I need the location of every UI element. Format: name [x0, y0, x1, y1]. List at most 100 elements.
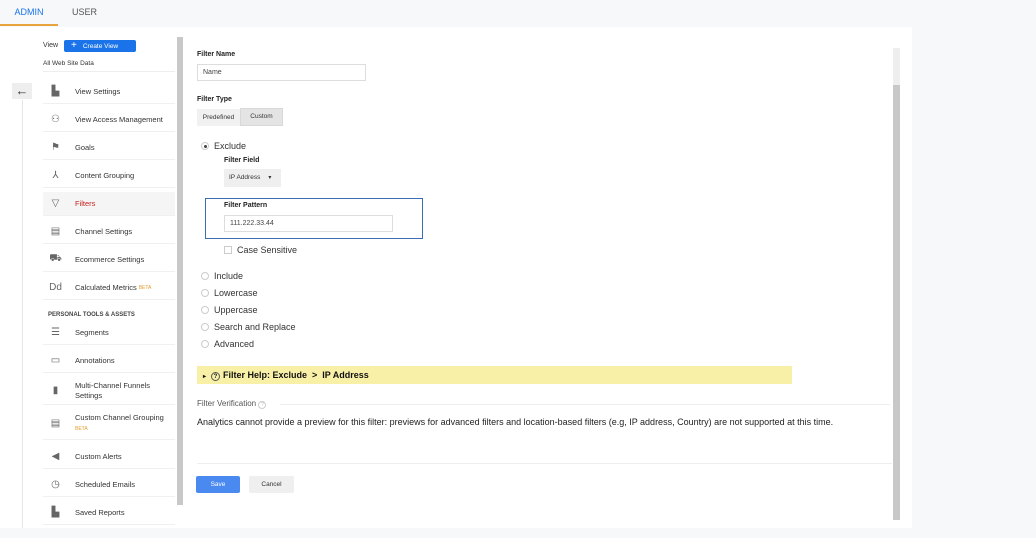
radio-lowercase[interactable]: Lowercase: [201, 288, 258, 298]
sidebar-item-view-access-management[interactable]: ⚇ View Access Management: [43, 108, 175, 132]
view-name: All Web Site Data: [43, 60, 94, 67]
radio-include[interactable]: Include: [201, 271, 243, 281]
filter-pattern-input[interactable]: 111.222.33.44: [224, 215, 393, 232]
option-label: Include: [214, 271, 244, 281]
tab-admin[interactable]: ADMIN: [0, 0, 58, 26]
filter-icon: ▽: [51, 198, 60, 209]
tab-custom[interactable]: Custom: [240, 108, 283, 126]
megaphone-icon: ◀: [51, 451, 60, 462]
cart-icon: ⛟: [49, 253, 62, 264]
sidebar-item-label: Scheduled Emails: [75, 480, 136, 489]
divider: [43, 71, 175, 72]
help-label: Filter Help: Exclude > IP Address: [223, 370, 369, 380]
option-label: Exclude: [214, 141, 247, 151]
radio-button[interactable]: [201, 272, 209, 280]
clock-icon: ◷: [51, 479, 60, 490]
sidebar-item-ecommerce-settings[interactable]: ⛟ Ecommerce Settings: [43, 248, 175, 272]
option-label: Uppercase: [214, 305, 258, 315]
verification-text: Analytics cannot provide a preview for t…: [197, 417, 834, 427]
comment-icon: ▭: [50, 355, 61, 366]
sidebar-item-label: Ecommerce Settings: [75, 255, 145, 264]
checkbox[interactable]: [224, 246, 232, 254]
sidebar-item-label: Saved Reports: [75, 508, 125, 517]
divider: [22, 100, 23, 528]
beta-badge: BETA: [138, 284, 152, 291]
flag-icon: ⚑: [51, 142, 60, 153]
tab-predefined[interactable]: Predefined: [197, 109, 240, 126]
sidebar-item-calculated-metrics[interactable]: Dd Calculated Metrics BETA: [43, 276, 175, 300]
create-view-label: Create View: [82, 43, 119, 50]
divider: [197, 463, 892, 464]
sidebar-item-filters[interactable]: ▽ Filters: [43, 192, 175, 216]
sidebar-item-label: Content Grouping: [75, 171, 135, 180]
channel-icon: ▤: [50, 418, 61, 429]
caret-right-icon: ▸: [203, 374, 207, 380]
verification-label: Filter Verification ?: [197, 399, 267, 409]
sidebar-tool-segments[interactable]: ☰ Segments: [43, 321, 175, 345]
document-icon: ▙: [51, 507, 60, 518]
create-view-button[interactable]: + Create View: [64, 40, 136, 52]
radio-uppercase[interactable]: Uppercase: [201, 305, 258, 315]
option-label: Lowercase: [214, 288, 258, 298]
help-icon[interactable]: ?: [258, 401, 267, 409]
sidebar-item-label: Calculated Metrics: [75, 283, 137, 292]
radio-search-and-replace[interactable]: Search and Replace: [201, 322, 296, 332]
radio-button[interactable]: [201, 306, 209, 314]
filter-field-dropdown[interactable]: IP Address ▾: [224, 169, 281, 187]
radio-advanced[interactable]: Advanced: [201, 339, 254, 349]
radio-button[interactable]: [201, 323, 209, 331]
dropdown-value: IP Address: [229, 174, 261, 181]
beta-badge: BETA: [75, 426, 88, 432]
sidebar-tool-annotations[interactable]: ▭ Annotations: [43, 349, 175, 373]
filter-field-label: Filter Field: [224, 157, 260, 164]
section-heading: PERSONAL TOOLS & ASSETS: [48, 312, 135, 318]
dd-icon: Dd: [49, 282, 62, 293]
sidebar-scrollbar[interactable]: [177, 37, 183, 505]
divider: [280, 404, 890, 405]
view-label: View: [43, 42, 59, 49]
sidebar-item-label: Custom Channel Grouping: [75, 413, 164, 422]
sidebar-tool-scheduled-emails[interactable]: ◷ Scheduled Emails: [43, 473, 175, 497]
chevron-down-icon: ▾: [268, 175, 272, 181]
filter-pattern-label: Filter Pattern: [224, 202, 268, 209]
sidebar-item-label: Channel Settings: [75, 227, 133, 236]
sidebar-item-label: Multi-Channel Funnels: [75, 380, 151, 390]
save-button[interactable]: Save: [196, 476, 240, 493]
bar-chart-icon: ▮: [52, 385, 59, 396]
sidebar-tool-custom-alerts[interactable]: ◀ Custom Alerts: [43, 445, 175, 469]
people-icon: ⚇: [51, 114, 60, 125]
filter-help-bar[interactable]: ▸? Filter Help: Exclude > IP Address: [197, 366, 792, 384]
sidebar-tool-saved-reports[interactable]: ▙ Saved Reports: [43, 501, 175, 525]
filter-type-label: Filter Type: [197, 96, 232, 103]
main-scrollbar-thumb[interactable]: [893, 85, 900, 520]
case-sensitive-checkbox[interactable]: Case Sensitive: [224, 245, 297, 255]
cancel-button[interactable]: Cancel: [249, 476, 294, 493]
sidebar-tool-multi-channel-funnels[interactable]: ▮ Multi-Channel Funnels Settings: [43, 377, 175, 405]
channel-icon: ▤: [50, 226, 61, 237]
sidebar-item-content-grouping[interactable]: ⅄ Content Grouping: [43, 164, 175, 188]
checkbox-label: Case Sensitive: [237, 245, 298, 255]
tab-user[interactable]: USER: [62, 0, 107, 26]
document-icon: ▙: [51, 86, 60, 97]
option-label: Advanced: [214, 339, 255, 349]
sidebar-item-view-settings[interactable]: ▙ View Settings: [43, 80, 175, 104]
filter-name-label: Filter Name: [197, 51, 236, 58]
sidebar-item-label-line2: Settings: [75, 390, 103, 400]
sidebar-item-label: Annotations: [75, 356, 115, 365]
sidebar-item-label: View Access Management: [75, 115, 163, 124]
help-icon: ?: [211, 372, 221, 381]
verification-title: Filter Verification: [197, 399, 257, 408]
back-arrow-icon[interactable]: ←: [12, 83, 32, 99]
radio-button[interactable]: [201, 340, 209, 348]
sidebar-item-label: Goals: [75, 143, 95, 152]
sidebar-item-channel-settings[interactable]: ▤ Channel Settings: [43, 220, 175, 244]
person-icon: ⅄: [52, 170, 59, 181]
option-label: Search and Replace: [214, 322, 296, 332]
segments-icon: ☰: [51, 327, 60, 338]
radio-button[interactable]: [201, 289, 209, 297]
sidebar-tool-custom-channel-grouping[interactable]: ▤ Custom Channel Grouping BETA: [43, 408, 175, 440]
radio-exclude[interactable]: Exclude: [201, 141, 246, 151]
radio-button[interactable]: [201, 142, 209, 150]
filter-name-input[interactable]: Name: [197, 64, 366, 81]
sidebar-item-goals[interactable]: ⚑ Goals: [43, 136, 175, 160]
